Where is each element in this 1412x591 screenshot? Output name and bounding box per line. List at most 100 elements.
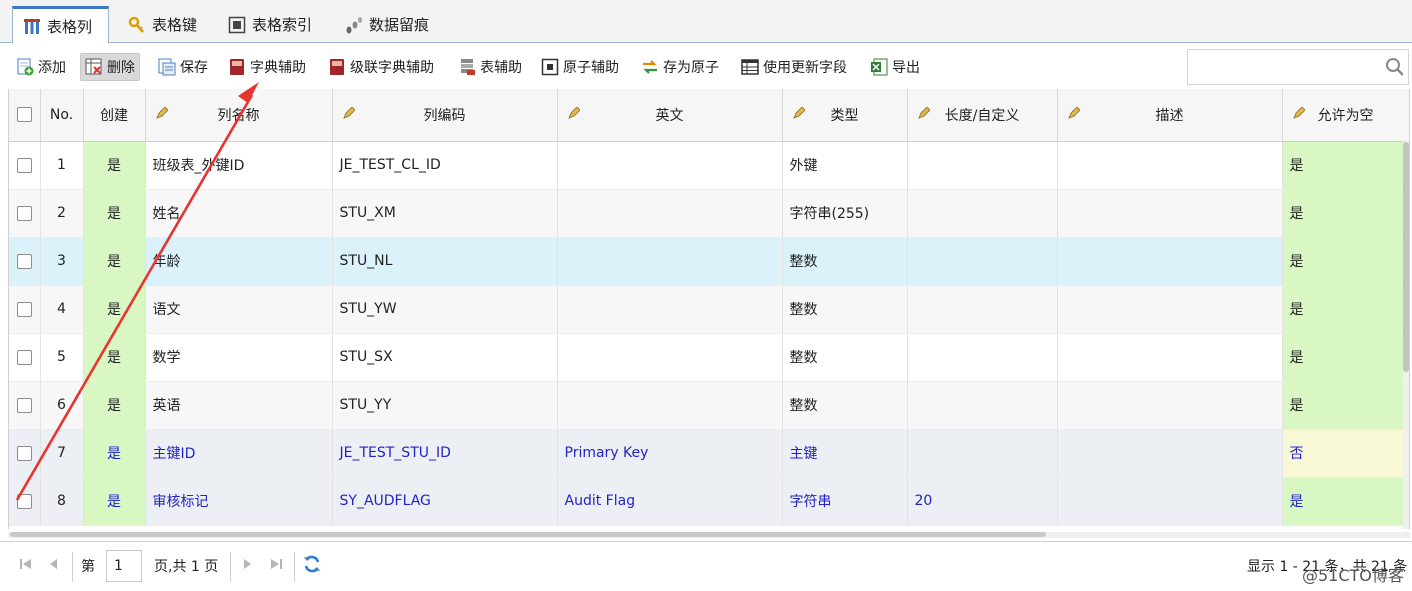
column-code-cell[interactable]: STU_XM [332,189,558,238]
table-row[interactable]: 3 是 年龄 STU_NL 整数 是 [9,237,1409,286]
first-page-icon[interactable] [18,556,34,572]
type-cell[interactable]: 外键 [782,141,908,190]
length-cell[interactable] [907,141,1058,190]
description-cell[interactable] [1057,381,1283,430]
create-cell[interactable]: 是 [83,285,146,334]
delete-button[interactable]: 删除 [80,53,140,81]
length-cell[interactable] [907,237,1058,286]
save-button[interactable]: 保存 [154,53,212,81]
atom-helper-button[interactable]: 原子辅助 [537,53,623,81]
table-row[interactable]: 1 是 班级表_外键ID JE_TEST_CL_ID 外键 是 [9,141,1409,190]
description-cell[interactable] [1057,333,1283,382]
nullable-cell[interactable]: 是 [1282,141,1409,190]
header-description[interactable]: 描述 [1057,89,1283,142]
search-icon[interactable] [1385,58,1403,76]
type-cell[interactable]: 整数 [782,381,908,430]
previous-page-icon[interactable] [46,556,62,572]
create-cell[interactable]: 是 [83,141,146,190]
header-length[interactable]: 长度/自定义 [907,89,1058,142]
type-cell[interactable]: 主键 [782,429,908,478]
table-row[interactable]: 2 是 姓名 STU_XM 字符串(255) 是 [9,189,1409,238]
vertical-scroll-thumb[interactable] [1403,142,1409,372]
english-cell[interactable]: Audit Flag [557,477,783,526]
english-cell[interactable] [557,141,783,190]
header-type[interactable]: 类型 [782,89,908,142]
header-column-name[interactable]: 列名称 [145,89,333,142]
tab-table-indexes[interactable]: 表格索引 [218,6,322,43]
create-cell[interactable]: 是 [83,333,146,382]
column-code-cell[interactable]: STU_SX [332,333,558,382]
table-row[interactable]: 6 是 英语 STU_YY 整数 是 [9,381,1409,430]
header-column-code[interactable]: 列编码 [332,89,558,142]
english-cell[interactable] [557,189,783,238]
select-all-header[interactable] [9,89,41,142]
next-page-icon[interactable] [239,556,255,572]
add-button[interactable]: 添加 [12,53,70,81]
english-cell[interactable] [557,333,783,382]
row-checkbox[interactable] [16,301,32,317]
column-code-cell[interactable]: STU_YW [332,285,558,334]
nullable-cell[interactable]: 是 [1282,189,1409,238]
nullable-cell[interactable]: 是 [1282,285,1409,334]
type-cell[interactable]: 整数 [782,333,908,382]
row-checkbox[interactable] [16,493,32,509]
header-english[interactable]: 英文 [557,89,783,142]
nullable-cell[interactable]: 是 [1282,237,1409,286]
tab-data-trace[interactable]: 数据留痕 [335,6,439,43]
column-name-cell[interactable]: 语文 [145,285,333,334]
save-as-atom-button[interactable]: 存为原子 [637,53,723,81]
dict-helper-button[interactable]: 字典辅助 [224,53,310,81]
length-cell[interactable] [907,381,1058,430]
table-row[interactable]: 8 是 审核标记 SY_AUDFLAG Audit Flag 字符串 20 是 [9,477,1409,526]
description-cell[interactable] [1057,477,1283,526]
length-cell[interactable] [907,429,1058,478]
column-name-cell[interactable]: 年龄 [145,237,333,286]
column-code-cell[interactable]: STU_NL [332,237,558,286]
vertical-scrollbar[interactable] [1403,140,1409,529]
row-checkbox[interactable] [16,157,32,173]
create-cell[interactable]: 是 [83,477,146,526]
refresh-icon[interactable] [302,554,322,574]
create-cell[interactable]: 是 [83,237,146,286]
page-number-input[interactable]: 1 [106,550,142,582]
english-cell[interactable] [557,381,783,430]
use-update-field-button[interactable]: 使用更新字段 [737,53,851,81]
row-checkbox-cell[interactable] [9,381,41,430]
row-checkbox-cell[interactable] [9,141,41,190]
horizontal-scrollbar[interactable] [8,532,1410,538]
tab-table-keys[interactable]: 表格键 [118,6,207,43]
length-cell[interactable] [907,189,1058,238]
export-button[interactable]: 导出 [866,53,924,81]
table-row[interactable]: 5 是 数学 STU_SX 整数 是 [9,333,1409,382]
english-cell[interactable] [557,285,783,334]
tab-table-columns[interactable]: 表格列 [12,6,109,44]
column-name-cell[interactable]: 姓名 [145,189,333,238]
length-cell[interactable]: 20 [907,477,1058,526]
row-checkbox-cell[interactable] [9,237,41,286]
english-cell[interactable] [557,237,783,286]
table-helper-button[interactable]: 表辅助 [454,53,526,81]
column-code-cell[interactable]: JE_TEST_CL_ID [332,141,558,190]
horizontal-scroll-thumb[interactable] [10,532,1046,537]
row-checkbox[interactable] [16,445,32,461]
column-name-cell[interactable]: 班级表_外键ID [145,141,333,190]
type-cell[interactable]: 整数 [782,237,908,286]
row-checkbox-cell[interactable] [9,285,41,334]
row-checkbox-cell[interactable] [9,477,41,526]
table-row[interactable]: 4 是 语文 STU_YW 整数 是 [9,285,1409,334]
create-cell[interactable]: 是 [83,189,146,238]
create-cell[interactable]: 是 [83,381,146,430]
row-checkbox[interactable] [16,253,32,269]
column-name-cell[interactable]: 审核标记 [145,477,333,526]
nullable-cell[interactable]: 是 [1282,477,1409,526]
description-cell[interactable] [1057,141,1283,190]
header-nullable[interactable]: 允许为空 [1282,89,1409,142]
description-cell[interactable] [1057,285,1283,334]
row-checkbox-cell[interactable] [9,333,41,382]
description-cell[interactable] [1057,237,1283,286]
english-cell[interactable]: Primary Key [557,429,783,478]
column-name-cell[interactable]: 英语 [145,381,333,430]
description-cell[interactable] [1057,189,1283,238]
column-code-cell[interactable]: JE_TEST_STU_ID [332,429,558,478]
column-code-cell[interactable]: STU_YY [332,381,558,430]
